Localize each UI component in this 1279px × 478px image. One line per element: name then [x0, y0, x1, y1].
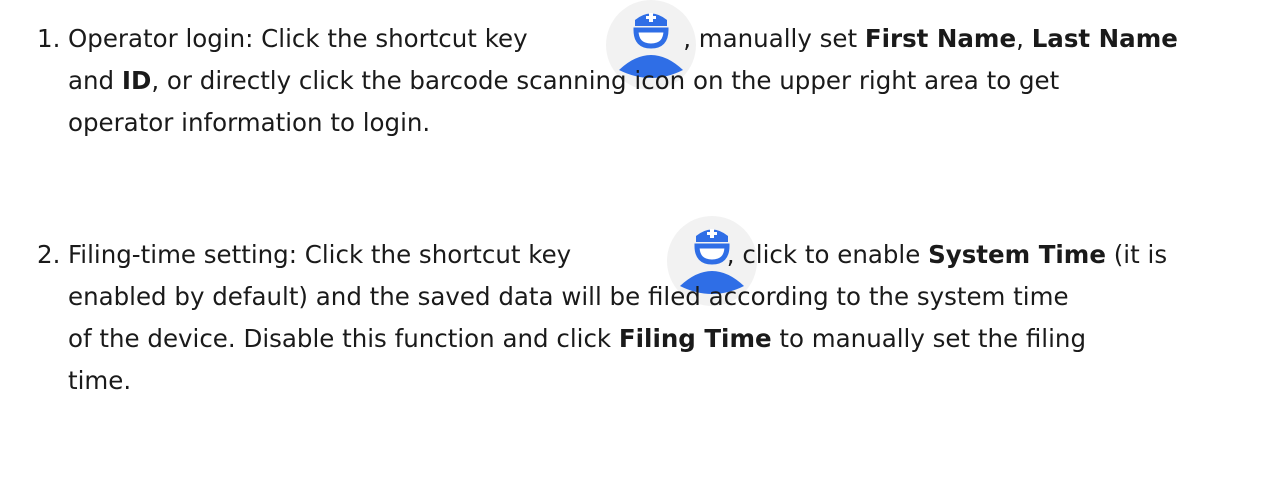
bold-term: ID [121, 66, 152, 95]
line: time. [68, 366, 132, 395]
bold-term: First Name [864, 24, 1017, 53]
line: of the device. Disable this function and… [68, 324, 1086, 353]
list-number: 1. [37, 24, 61, 53]
line: Operator login: Click the shortcut key ,… [68, 24, 1178, 53]
bold-term: Filing Time [618, 324, 772, 353]
list-number: 2. [37, 240, 61, 269]
line: Filing-time setting: Click the shortcut … [68, 240, 1168, 269]
bold-term: System Time [928, 240, 1106, 269]
bold-term: Last Name [1031, 24, 1178, 53]
line: enabled by default) and the saved data w… [68, 282, 1069, 311]
line: and ID, or directly click the barcode sc… [68, 66, 1060, 95]
line: operator information to login. [68, 108, 431, 137]
